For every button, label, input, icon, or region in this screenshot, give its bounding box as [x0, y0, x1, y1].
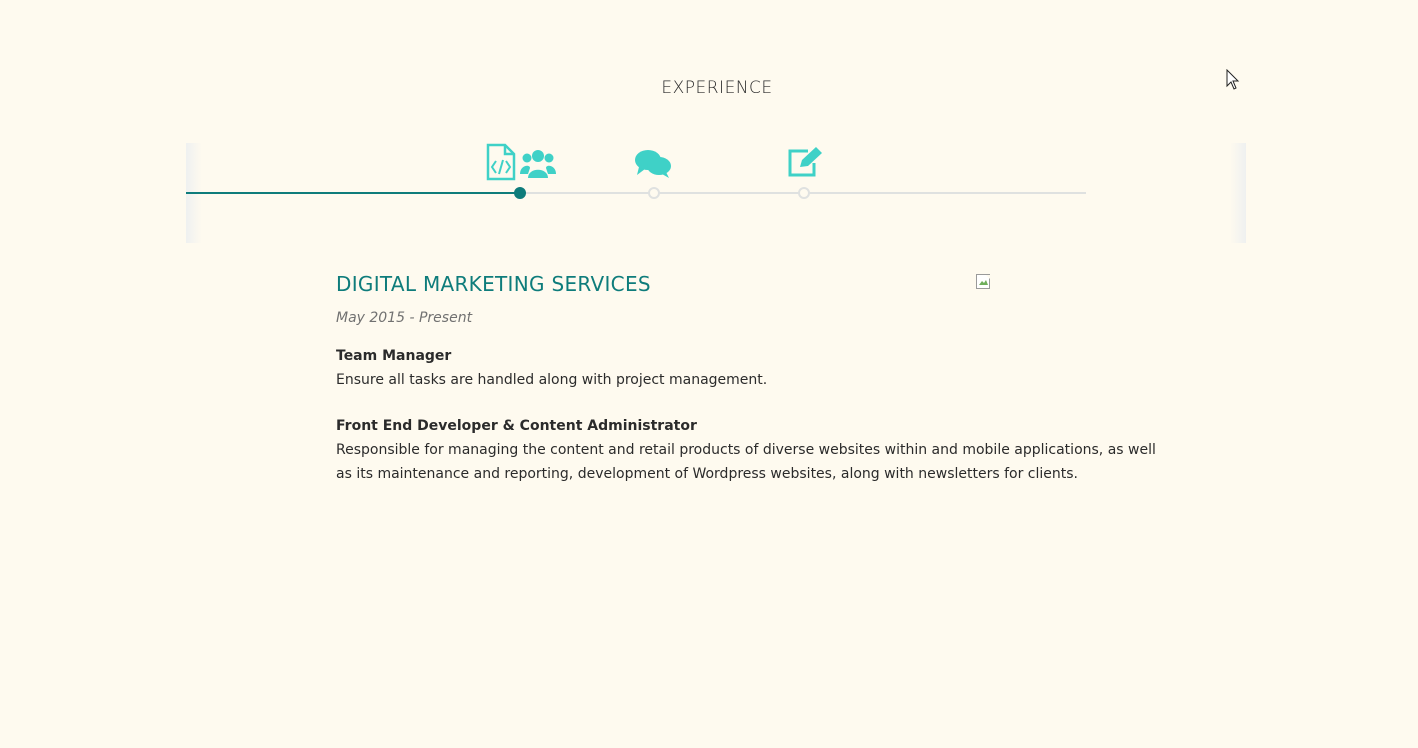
mouse-cursor-icon: [1226, 68, 1240, 95]
code-file-icon[interactable]: [486, 143, 516, 183]
timeline-dot[interactable]: [798, 187, 810, 199]
role-title: Front End Developer & Content Administra…: [336, 418, 697, 434]
page: EXPERIENCE DIGITAL MARKETING SERVICES Ma…: [0, 0, 1418, 748]
role-block: Front End Developer & Content Administra…: [336, 414, 1156, 486]
timeline-dot-active[interactable]: [514, 187, 526, 199]
role-description: Ensure all tasks are handled along with …: [336, 372, 768, 388]
timeline-dot[interactable]: [648, 187, 660, 199]
users-icon[interactable]: [520, 148, 556, 188]
chat-icon[interactable]: [634, 149, 672, 189]
experience-timeline: [186, 143, 1246, 243]
timeline-right-fade: [1230, 143, 1246, 243]
role-description: Responsible for managing the content and…: [336, 442, 1156, 482]
company-name: DIGITAL MARKETING SERVICES: [336, 272, 651, 296]
section-title: EXPERIENCE: [661, 78, 773, 98]
employment-dates: May 2015 - Present: [336, 310, 473, 326]
timeline-progress: [186, 192, 520, 194]
edit-icon[interactable]: [786, 147, 822, 187]
role-title: Team Manager: [336, 348, 452, 364]
experience-entry: DIGITAL MARKETING SERVICES May 2015 - Pr…: [336, 272, 1156, 486]
role-block: Team Manager Ensure all tasks are handle…: [336, 344, 1156, 392]
broken-image-icon: [976, 274, 992, 290]
